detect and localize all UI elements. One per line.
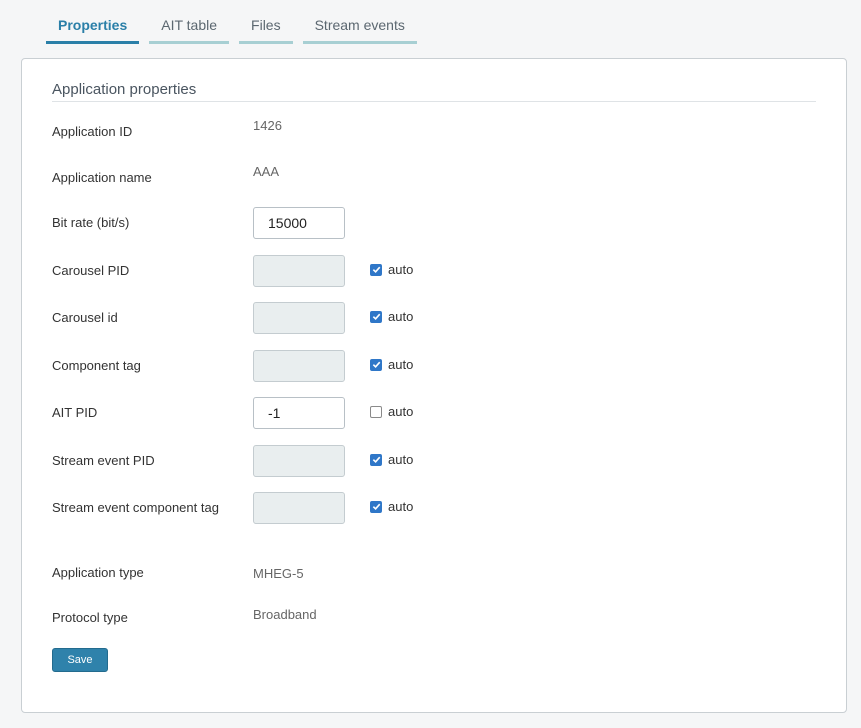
properties-panel: Application properties Application ID 14… — [21, 58, 847, 713]
carousel-id-label: Carousel id — [52, 310, 118, 325]
stream-event-pid-input[interactable] — [253, 445, 345, 477]
stream-event-pid-auto: auto — [370, 452, 413, 467]
bit-rate-input[interactable] — [253, 207, 345, 239]
auto-label: auto — [388, 357, 414, 372]
ait-pid-label: AIT PID — [52, 405, 98, 420]
stream-event-component-tag-input[interactable] — [253, 492, 345, 524]
carousel-id-auto-checkbox[interactable] — [370, 310, 382, 323]
auto-label: auto — [388, 262, 414, 277]
protocol-type-value: Broadband — [253, 607, 317, 622]
tab-properties[interactable]: Properties — [46, 10, 140, 44]
stream-event-pid-auto-checkbox[interactable] — [370, 453, 382, 466]
application-id-value: 1426 — [253, 118, 282, 133]
save-button[interactable]: Save — [52, 648, 108, 672]
tab-files[interactable]: Files — [239, 10, 293, 44]
protocol-type-label: Protocol type — [52, 610, 128, 625]
section-title: Application properties — [52, 81, 816, 102]
tab-bar: Properties AIT table Files Stream events — [46, 10, 417, 44]
stream-event-component-tag-label: Stream event component tag — [52, 500, 219, 515]
application-name-label: Application name — [52, 170, 152, 185]
auto-label: auto — [388, 404, 414, 419]
component-tag-auto: auto — [370, 357, 413, 372]
carousel-pid-input[interactable] — [253, 255, 345, 287]
stream-event-pid-label: Stream event PID — [52, 453, 155, 468]
carousel-pid-auto-checkbox[interactable] — [370, 263, 382, 276]
bit-rate-label: Bit rate (bit/s) — [52, 215, 130, 230]
component-tag-label: Component tag — [52, 358, 141, 373]
stream-event-component-tag-auto-checkbox[interactable] — [370, 500, 382, 513]
ait-pid-auto: auto — [370, 404, 413, 419]
carousel-pid-auto: auto — [370, 262, 413, 277]
application-type-label: Application type — [52, 565, 144, 580]
stream-event-component-tag-auto: auto — [370, 499, 413, 514]
component-tag-auto-checkbox[interactable] — [370, 358, 382, 371]
application-id-label: Application ID — [52, 124, 133, 139]
carousel-pid-label: Carousel PID — [52, 263, 130, 278]
tab-ait-table[interactable]: AIT table — [149, 10, 230, 44]
tab-stream-events[interactable]: Stream events — [302, 10, 417, 44]
component-tag-input[interactable] — [253, 350, 345, 382]
application-type-value: MHEG-5 — [253, 566, 304, 581]
application-name-value: AAA — [253, 164, 280, 179]
carousel-id-auto: auto — [370, 309, 413, 324]
auto-label: auto — [388, 309, 414, 324]
carousel-id-input[interactable] — [253, 302, 345, 334]
auto-label: auto — [388, 499, 414, 514]
ait-pid-auto-checkbox[interactable] — [370, 405, 382, 418]
ait-pid-input[interactable] — [253, 397, 345, 429]
auto-label: auto — [388, 452, 414, 467]
